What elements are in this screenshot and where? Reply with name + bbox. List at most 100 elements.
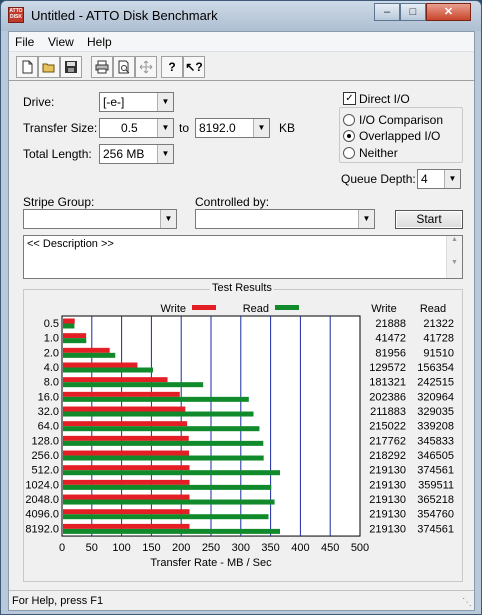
read-bar [63, 367, 154, 373]
legend-write-label: Write [161, 303, 186, 315]
title-bar[interactable]: ATTO DISK Untitled - ATTO Disk Benchmark… [1, 1, 481, 31]
drive-select[interactable]: [-e-] ▼ [99, 92, 174, 112]
x-axis-label: Transfer Rate - MB / Sec [150, 557, 272, 569]
open-button[interactable] [38, 56, 60, 78]
category-label: 4.0 [44, 362, 59, 374]
read-bar [63, 499, 275, 505]
controlled-by-select[interactable]: ▼ [195, 209, 375, 229]
write-value-label: 219130 [369, 494, 406, 506]
maximize-button[interactable]: □ [400, 3, 426, 21]
write-value-label: 41472 [375, 333, 406, 345]
write-value-label: 21888 [375, 318, 406, 330]
move-icon [139, 60, 153, 74]
chevron-down-icon[interactable]: ▼ [157, 119, 173, 137]
write-bar [63, 494, 190, 500]
read-value-label: 374561 [417, 465, 454, 477]
resize-grip-icon[interactable]: ⋱ [462, 597, 472, 608]
results-chart: 0 50 100 150 200 250 300 350 400 450 500 Transfer R… [25, 303, 454, 569]
overlapped-io-label[interactable]: Overlapped I/O [359, 129, 440, 143]
write-value-label: 218292 [369, 450, 406, 462]
read-value-label: 156354 [417, 362, 454, 374]
chevron-down-icon[interactable]: ▼ [358, 210, 374, 228]
category-label: 1024.0 [25, 479, 59, 491]
write-value-label: 81956 [375, 347, 406, 359]
read-value-label: 41728 [423, 333, 454, 345]
category-label: 1.0 [44, 333, 59, 345]
write-value-label: 219130 [369, 509, 406, 521]
menu-view[interactable]: View [48, 35, 74, 49]
queue-depth-select[interactable]: 4 ▼ [417, 169, 461, 189]
queue-depth-label: Queue Depth: [341, 172, 416, 186]
close-button[interactable]: ✕ [426, 3, 471, 21]
read-bar [63, 396, 249, 402]
x-tick-label: 450 [321, 542, 339, 554]
write-value-label: 202386 [369, 391, 406, 403]
neither-label[interactable]: Neither [359, 146, 398, 160]
x-tick-label: 250 [202, 542, 220, 554]
save-button[interactable] [60, 56, 82, 78]
menu-file[interactable]: File [15, 35, 34, 49]
read-value-label: 320964 [417, 391, 454, 403]
status-bar: For Help, press F1 ⋱ [9, 590, 474, 610]
write-bar [63, 318, 75, 324]
write-column-header: Write [371, 303, 396, 315]
read-value-label: 339208 [417, 421, 454, 433]
category-label: 256.0 [31, 450, 59, 462]
overlapped-io-radio[interactable] [343, 130, 355, 142]
write-value-label: 219130 [369, 523, 406, 535]
move-button[interactable] [135, 56, 157, 78]
print-button[interactable] [91, 56, 113, 78]
kb-label: KB [279, 121, 296, 135]
direct-io-checkbox[interactable]: ✓ [343, 92, 356, 105]
description-scrollbar[interactable]: ▲ ▼ [446, 236, 462, 278]
read-bar [63, 470, 281, 476]
read-value-label: 359511 [418, 479, 454, 491]
menu-bar: File View Help [9, 32, 474, 52]
description-textarea[interactable]: << Description >> ▲ ▼ [23, 235, 463, 279]
read-bar [63, 440, 264, 446]
transfer-to-value: 8192.0 [199, 121, 236, 135]
minimize-button[interactable]: – [374, 3, 400, 21]
io-comparison-label[interactable]: I/O Comparison [359, 113, 443, 127]
read-bar [63, 382, 204, 388]
legend-read-swatch [275, 305, 299, 310]
write-value-label: 211883 [370, 406, 406, 418]
read-value-label: 346505 [417, 450, 454, 462]
print-preview-button[interactable] [113, 56, 135, 78]
chevron-down-icon[interactable]: ▼ [160, 210, 176, 228]
chevron-down-icon[interactable]: ▼ [253, 119, 269, 137]
write-bar [63, 377, 168, 383]
chevron-down-icon[interactable]: ▼ [157, 145, 173, 163]
read-bar [63, 352, 116, 358]
x-tick-label: 350 [261, 542, 279, 554]
new-icon [22, 60, 33, 74]
menu-help[interactable]: Help [87, 35, 112, 49]
toolbar: ? ↖? [9, 53, 474, 81]
x-tick-label: 400 [291, 542, 309, 554]
legend-read-label: Read [243, 303, 269, 315]
read-bar [63, 484, 272, 490]
atto-app-icon[interactable]: ATTO DISK [8, 7, 24, 23]
io-comparison-radio[interactable] [343, 114, 355, 126]
x-tick-label: 150 [142, 542, 160, 554]
help-pointer-icon: ↖? [185, 60, 203, 74]
about-button[interactable]: ? [161, 56, 183, 78]
context-help-button[interactable]: ↖? [183, 56, 205, 78]
start-button[interactable]: Start [395, 210, 463, 229]
category-label: 8192.0 [25, 523, 59, 535]
transfer-size-to-select[interactable]: 8192.0 ▼ [195, 118, 270, 138]
app-window: ATTO DISK Untitled - ATTO Disk Benchmark… [0, 0, 482, 615]
neither-radio[interactable] [343, 147, 355, 159]
new-button[interactable] [16, 56, 38, 78]
transfer-size-from-select[interactable]: 0.5 ▼ [99, 118, 174, 138]
read-value-label: 374561 [417, 523, 454, 535]
legend-write-swatch [192, 305, 216, 310]
chevron-down-icon[interactable]: ▼ [157, 93, 173, 111]
total-length-label: Total Length: [23, 147, 92, 161]
read-bar [63, 426, 260, 432]
chevron-down-icon[interactable]: ▼ [444, 170, 460, 188]
direct-io-label[interactable]: Direct I/O [359, 92, 410, 106]
stripe-group-select[interactable]: ▼ [23, 209, 177, 229]
total-length-select[interactable]: 256 MB ▼ [99, 144, 174, 164]
write-value-label: 129572 [369, 362, 406, 374]
